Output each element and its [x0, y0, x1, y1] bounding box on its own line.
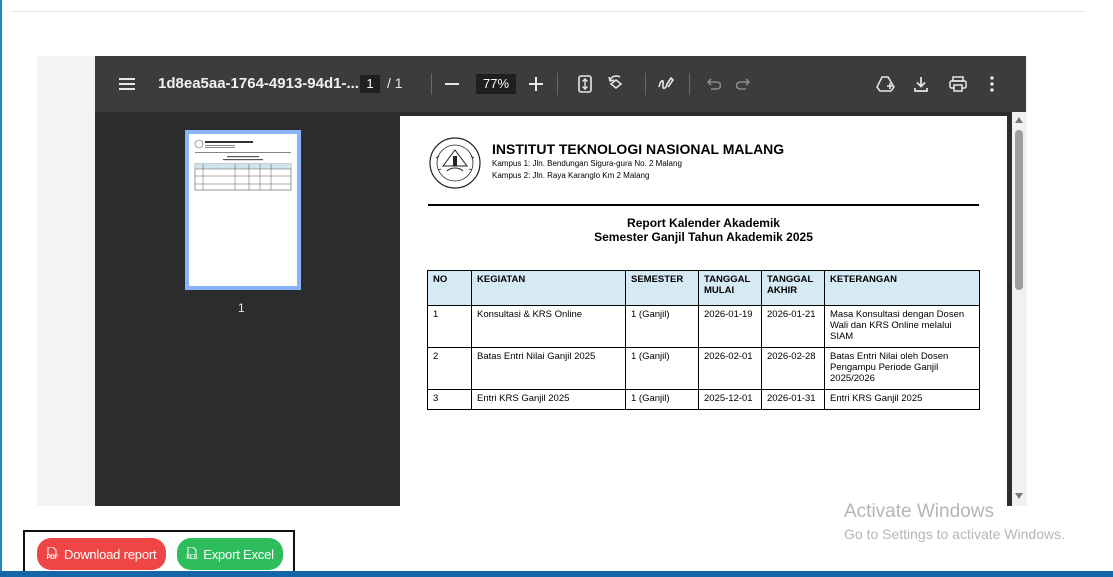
top-divider: [10, 11, 1085, 12]
toolbar-divider: [645, 73, 646, 95]
window-edge: [0, 0, 2, 577]
table-cell: Batas Entri Nilai oleh Dosen Pengampu Pe…: [824, 347, 980, 390]
print-icon[interactable]: [947, 74, 969, 94]
redo-icon[interactable]: [734, 74, 754, 94]
table-cell: Batas Entri Nilai Ganjil 2025: [471, 347, 626, 390]
document-title: 1d8ea5aa-1764-4913-94d1-...: [158, 75, 359, 92]
zoom-out-icon[interactable]: [442, 74, 462, 94]
menu-icon[interactable]: [117, 74, 137, 94]
table-cell: Entri KRS Ganjil 2025: [471, 389, 626, 410]
table-cell: 2026-02-01: [698, 347, 762, 390]
header-rule: [428, 204, 979, 206]
zoom-level-input[interactable]: 77%: [476, 74, 516, 94]
add-to-drive-icon[interactable]: [875, 73, 897, 95]
table-cell: Masa Konsultasi dengan Dosen Wali dan KR…: [824, 305, 980, 348]
table-cell: Konsultasi & KRS Online: [471, 305, 626, 348]
table-cell: 1 (Ganjil): [625, 347, 699, 390]
xls-file-icon: XLS: [186, 547, 197, 561]
activation-watermark-hint: Go to Settings to activate Windows.: [844, 526, 1065, 542]
activation-watermark-title: Activate Windows: [844, 501, 994, 522]
pdf-icon-text: PDF: [46, 555, 59, 561]
download-icon[interactable]: [911, 74, 931, 94]
pdf-file-icon: PDF: [47, 547, 58, 561]
table-row: 1 Konsultasi & KRS Online 1 (Ganjil) 202…: [427, 305, 980, 348]
annotate-icon[interactable]: [656, 74, 676, 94]
report-subtitle: Semester Ganjil Tahun Akademik 2025: [594, 230, 813, 244]
toolbar-divider: [557, 73, 558, 95]
table-cell: 2026-01-21: [761, 305, 825, 348]
export-excel-label: Export Excel: [203, 546, 274, 562]
pdf-page: INSTITUT TEKNOLOGI NASIONAL MALANG Kampu…: [400, 116, 1007, 506]
table-cell: 2026-01-19: [698, 305, 762, 348]
campus-2-address: Kampus 2: Jln. Raya Karanglo Km 2 Malang: [492, 171, 650, 180]
table-row: 3 Entri KRS Ganjil 2025 1 (Ganjil) 2025-…: [427, 389, 980, 410]
xls-icon-text: XLS: [186, 555, 198, 561]
table-row: 2 Batas Entri Nilai Ganjil 2025 1 (Ganji…: [427, 347, 980, 390]
thumbnail-page-preview: [189, 134, 297, 286]
pdf-viewer: 1d8ea5aa-1764-4913-94d1-... 1 / 1 77% 1 …: [95, 56, 1026, 506]
page-thumbnail[interactable]: [185, 130, 301, 290]
fit-page-icon[interactable]: [575, 74, 595, 94]
scroll-up-icon: [1015, 117, 1023, 123]
thumbnail-page-number: 1: [238, 301, 245, 315]
institution-name: INSTITUT TEKNOLOGI NASIONAL MALANG: [492, 141, 785, 157]
taskbar-edge: [0, 571, 1113, 577]
campus-1-address: Kampus 1: Jln. Bendungan Sigura-gura No.…: [492, 159, 682, 168]
thumbnail-sidebar: 1: [95, 112, 395, 506]
undo-icon[interactable]: [703, 74, 723, 94]
table-cell: 2026-02-28: [761, 347, 825, 390]
pdf-toolbar: 1d8ea5aa-1764-4913-94d1-... 1 / 1 77%: [95, 56, 1026, 112]
table-cell: 2: [427, 347, 472, 390]
table-cell: 1: [427, 305, 472, 348]
toolbar-divider: [689, 73, 690, 95]
table-cell: 3: [427, 389, 472, 410]
institution-logo-icon: [428, 136, 482, 190]
table-cell: 1 (Ganjil): [625, 389, 699, 410]
page-number-input[interactable]: 1: [360, 75, 380, 93]
column-header: TANGGAL MULAI: [698, 270, 762, 306]
report-table: NO KEGIATAN SEMESTER TANGGAL MULAI TANGG…: [427, 270, 980, 410]
column-header: SEMESTER: [625, 270, 699, 306]
vertical-scrollbar[interactable]: [1012, 112, 1026, 506]
table-cell: 1 (Ganjil): [625, 305, 699, 348]
report-title: Report Kalender Akademik: [627, 216, 780, 230]
column-header: KETERANGAN: [824, 270, 980, 306]
column-header: TANGGAL AKHIR: [761, 270, 825, 306]
toolbar-divider: [431, 73, 432, 95]
scroll-down-icon: [1015, 493, 1023, 499]
column-header: KEGIATAN: [471, 270, 626, 306]
document-view: INSTITUT TEKNOLOGI NASIONAL MALANG Kampu…: [395, 112, 1026, 506]
more-icon[interactable]: [984, 74, 1000, 94]
page-count: / 1: [387, 75, 403, 91]
table-cell: 2026-01-31: [761, 389, 825, 410]
zoom-in-icon[interactable]: [526, 74, 546, 94]
export-excel-button[interactable]: XLS Export Excel: [177, 538, 283, 570]
download-report-label: Download report: [64, 546, 157, 562]
table-header-row: NO KEGIATAN SEMESTER TANGGAL MULAI TANGG…: [427, 270, 980, 306]
column-header: NO: [427, 270, 472, 306]
scrollbar-thumb[interactable]: [1015, 130, 1023, 290]
rotate-icon[interactable]: [605, 74, 627, 94]
table-cell: Entri KRS Ganjil 2025: [824, 389, 980, 410]
download-report-button[interactable]: PDF Download report: [37, 538, 166, 570]
table-cell: 2025-12-01: [698, 389, 762, 410]
